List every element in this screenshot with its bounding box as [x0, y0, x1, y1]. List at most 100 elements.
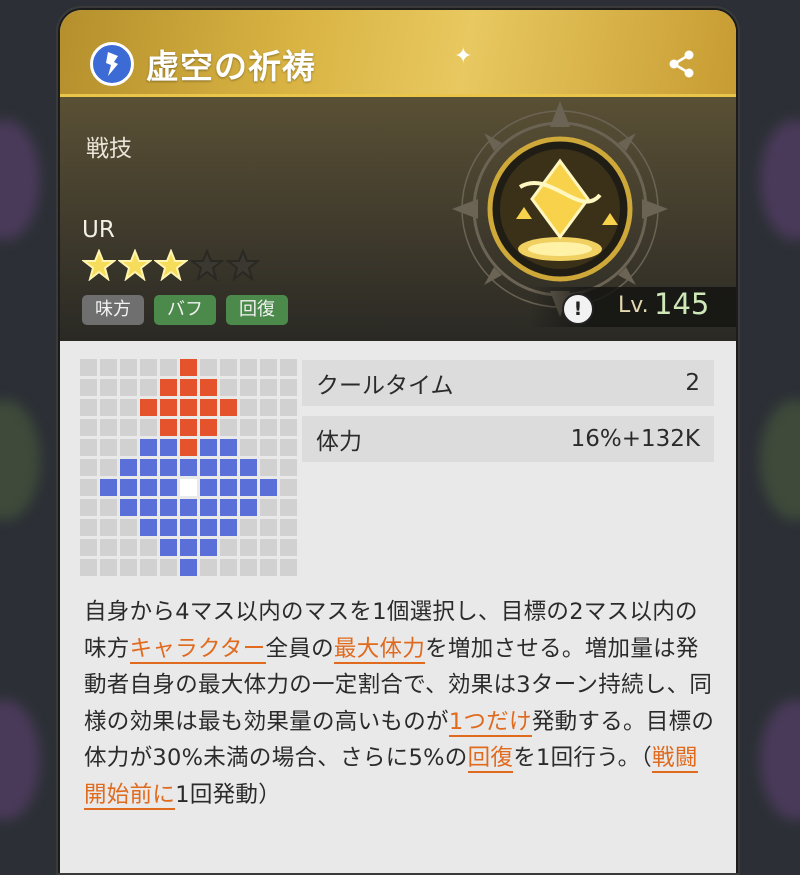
share-button[interactable]: [662, 44, 702, 84]
grid-cell-empty: [280, 419, 297, 436]
grid-cell-empty: [220, 379, 237, 396]
grid-cell-empty: [100, 499, 117, 516]
star-filled-icon: [118, 249, 152, 281]
grid-cell-range: [200, 459, 217, 476]
grid-cell-empty: [120, 519, 137, 536]
grid-cell-target: [180, 379, 197, 396]
grid-cell-range: [160, 499, 177, 516]
keyword-link[interactable]: 回復: [467, 745, 514, 773]
grid-cell-empty: [280, 379, 297, 396]
grid-cell-empty: [220, 559, 237, 576]
grid-cell-range: [200, 439, 217, 456]
grid-cell-target: [160, 419, 177, 436]
stat-value: 16%+132K: [570, 426, 700, 452]
grid-cell-empty: [200, 559, 217, 576]
description-text: 1回発動）: [175, 781, 282, 808]
grid-cell-target: [200, 419, 217, 436]
grid-cell-empty: [100, 399, 117, 416]
stat-label: 体力: [316, 429, 362, 455]
stat-value: 2: [685, 370, 700, 396]
grid-cell-empty: [220, 359, 237, 376]
grid-cell-empty: [240, 539, 257, 556]
grid-cell-empty: [240, 559, 257, 576]
grid-cell-empty: [80, 519, 97, 536]
grid-cell-empty: [100, 419, 117, 436]
grid-cell-empty: [240, 419, 257, 436]
grid-cell-empty: [140, 539, 157, 556]
grid-cell-range: [180, 499, 197, 516]
grid-cell-empty: [120, 559, 137, 576]
grid-cell-empty: [100, 519, 117, 536]
grid-cell-range: [200, 499, 217, 516]
grid-cell-range: [220, 499, 237, 516]
share-icon: [669, 50, 694, 78]
grid-cell-range: [140, 519, 157, 536]
skill-description: 自身から4マス以内のマスを1個選択し、目標の2マス以内の味方キャラクター全員の最…: [84, 594, 718, 813]
background-blob: [760, 120, 800, 240]
grid-cell-empty: [80, 399, 97, 416]
skill-header-panel: 戦技 UR 味方 バフ 回復 ! Lv. 145: [60, 97, 736, 341]
star-rating: [82, 249, 260, 281]
grid-cell-target: [200, 379, 217, 396]
grid-cell-range: [180, 519, 197, 536]
grid-cell-empty: [140, 359, 157, 376]
grid-cell-range: [120, 459, 137, 476]
grid-cell-range: [220, 459, 237, 476]
grid-cell-range: [240, 479, 257, 496]
grid-cell-target: [180, 439, 197, 456]
grid-cell-empty: [280, 559, 297, 576]
grid-cell-empty: [100, 539, 117, 556]
grid-cell-empty: [100, 379, 117, 396]
level-value: 145: [654, 287, 710, 321]
grid-cell-empty: [260, 379, 277, 396]
grid-cell-empty: [260, 419, 277, 436]
grid-cell-range: [260, 479, 277, 496]
info-button[interactable]: !: [562, 293, 594, 325]
skill-tag: 回復: [226, 295, 288, 325]
grid-cell-range: [160, 479, 177, 496]
sparkle-icon: ✦: [454, 44, 473, 69]
rarity-label: UR: [82, 217, 115, 243]
grid-cell-target: [180, 419, 197, 436]
grid-cell-empty: [260, 459, 277, 476]
grid-cell-range: [160, 539, 177, 556]
grid-cell-empty: [160, 559, 177, 576]
grid-cell-empty: [280, 499, 297, 516]
grid-cell-range: [140, 499, 157, 516]
keyword-link[interactable]: 最大体力: [333, 635, 426, 664]
background-blob: [760, 700, 800, 820]
grid-cell-empty: [140, 559, 157, 576]
grid-cell-center: [180, 479, 197, 496]
grid-cell-empty: [240, 439, 257, 456]
level-label: Lv.: [618, 293, 649, 318]
grid-cell-empty: [280, 479, 297, 496]
skill-type-icon: [90, 42, 134, 86]
skill-tag: バフ: [154, 295, 216, 325]
skill-emblem-icon: [452, 101, 668, 317]
grid-cell-empty: [80, 439, 97, 456]
grid-cell-range: [200, 519, 217, 536]
grid-cell-empty: [140, 419, 157, 436]
grid-cell-target: [200, 399, 217, 416]
grid-cell-empty: [240, 399, 257, 416]
star-filled-icon: [82, 249, 116, 281]
grid-cell-range: [200, 539, 217, 556]
range-grid: [80, 359, 297, 576]
grid-cell-target: [160, 379, 177, 396]
grid-cell-empty: [100, 559, 117, 576]
keyword-link[interactable]: 1つだけ: [448, 708, 532, 737]
star-empty-icon: [190, 249, 224, 281]
keyword-link[interactable]: キャラクター: [129, 635, 266, 664]
skill-card: 虚空の祈祷 ✦ 戦技 UR 味方 バフ 回復 ! Lv. 145 クールタイム …: [60, 10, 736, 875]
grid-cell-empty: [80, 459, 97, 476]
grid-cell-range: [180, 539, 197, 556]
grid-cell-empty: [260, 519, 277, 536]
description-text: を1回行う。（: [513, 745, 653, 771]
grid-cell-empty: [260, 359, 277, 376]
grid-cell-empty: [80, 559, 97, 576]
grid-cell-range: [140, 459, 157, 476]
stat-row-hp: 体力 16%+132K: [302, 416, 714, 462]
grid-cell-empty: [80, 539, 97, 556]
background-blob: [0, 700, 40, 820]
grid-cell-empty: [100, 439, 117, 456]
